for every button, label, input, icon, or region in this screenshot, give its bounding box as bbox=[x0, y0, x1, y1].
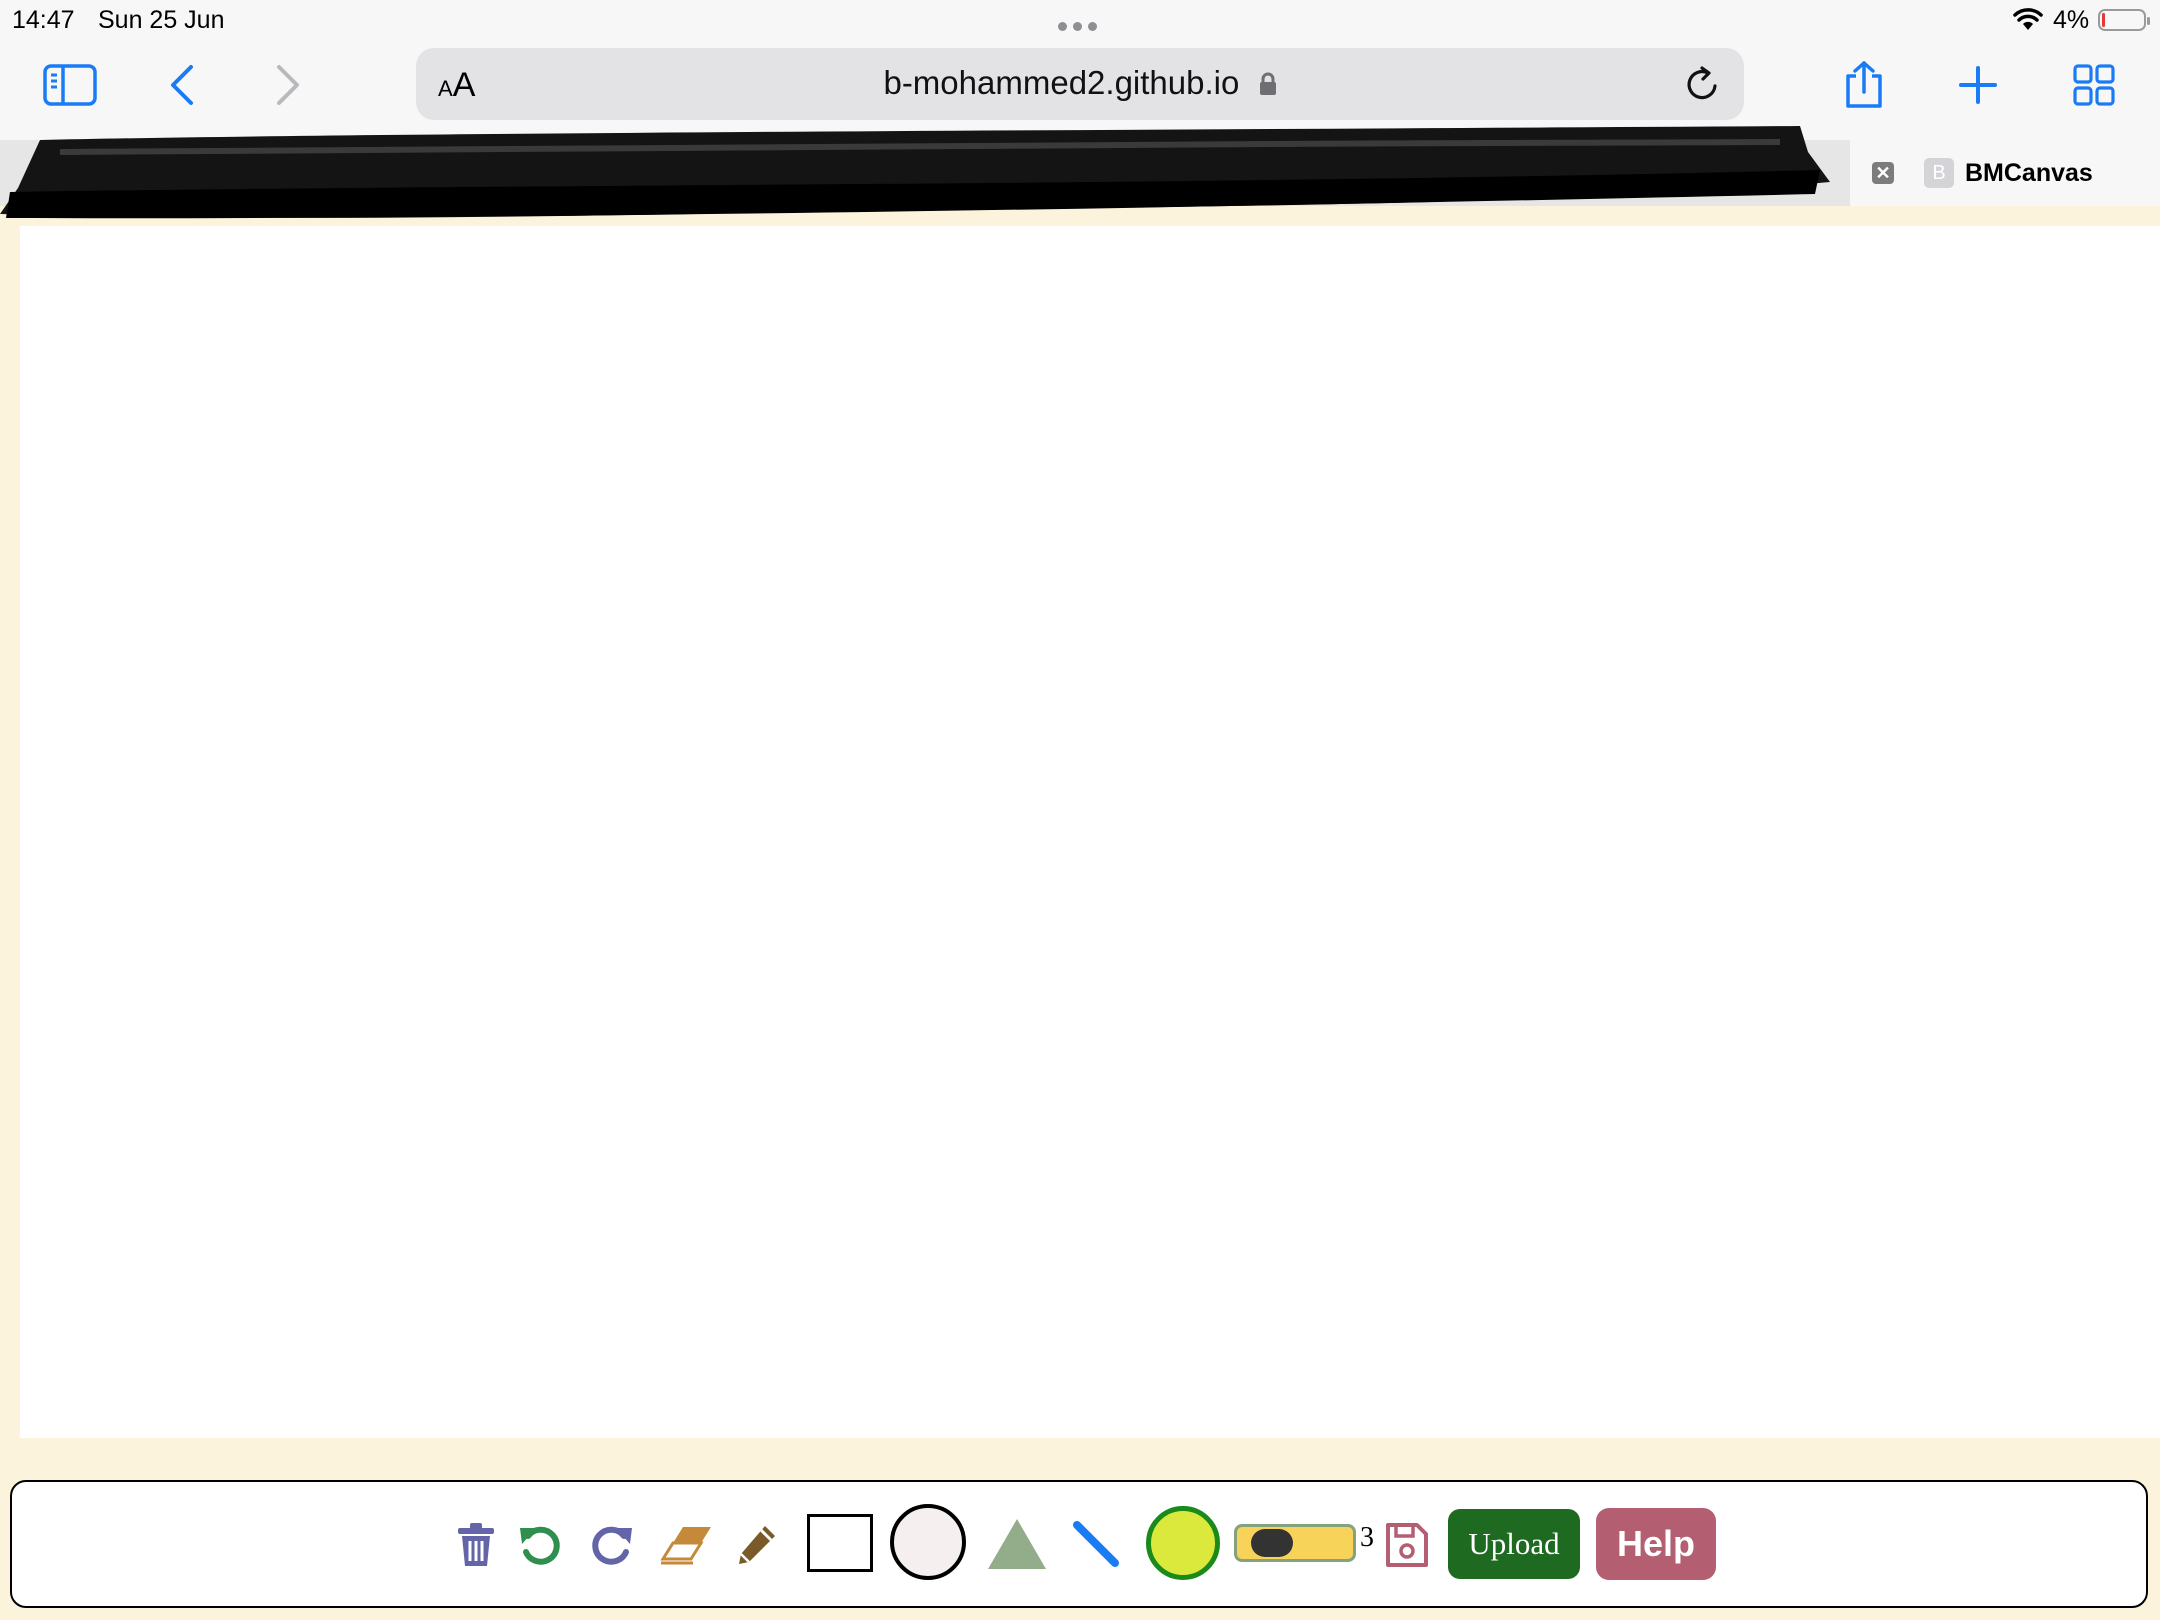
save-icon bbox=[1386, 1523, 1428, 1567]
eraser-button[interactable] bbox=[658, 1522, 714, 1568]
undo-button[interactable] bbox=[516, 1520, 566, 1570]
tab-overview-button[interactable] bbox=[2064, 58, 2124, 112]
battery-percent: 4% bbox=[2053, 6, 2090, 34]
line-icon bbox=[1073, 1521, 1119, 1567]
trash-icon bbox=[458, 1523, 494, 1566]
color-picker[interactable] bbox=[1146, 1506, 1220, 1580]
wifi-icon bbox=[2013, 8, 2043, 30]
new-tab-button[interactable] bbox=[1948, 58, 2008, 112]
size-slider[interactable] bbox=[1234, 1524, 1356, 1562]
status-time: 14:47 bbox=[12, 6, 75, 34]
triangle-icon bbox=[988, 1519, 1046, 1569]
plus-icon bbox=[1959, 66, 1997, 104]
upload-button[interactable]: Upload bbox=[1448, 1509, 1580, 1579]
drawing-canvas[interactable] bbox=[20, 226, 2160, 1438]
redo-button[interactable] bbox=[586, 1520, 636, 1570]
sidebar-button[interactable] bbox=[40, 58, 100, 112]
close-icon[interactable]: ✕ bbox=[1872, 162, 1894, 184]
url-text: b-mohammed2.github.io bbox=[883, 64, 1240, 101]
battery-icon bbox=[2098, 9, 2150, 31]
share-button[interactable] bbox=[1834, 58, 1894, 112]
reload-icon[interactable] bbox=[1684, 64, 1722, 104]
triangle-tool[interactable] bbox=[986, 1516, 1048, 1572]
brush-size-value: 3 bbox=[1360, 1522, 1374, 1553]
share-icon bbox=[1846, 61, 1882, 108]
status-date: Sun 25 Jun bbox=[98, 6, 225, 34]
tab-title: BMCanvas bbox=[1965, 159, 2093, 187]
multitasking-dots[interactable] bbox=[1058, 18, 1103, 36]
address-bar[interactable]: AA b-mohammed2.github.io bbox=[416, 48, 1744, 120]
clear-button[interactable] bbox=[454, 1520, 498, 1570]
status-bar: 14:47 Sun 25 Jun 4% bbox=[0, 0, 2160, 42]
lock-icon bbox=[1259, 72, 1276, 95]
line-tool[interactable] bbox=[1070, 1518, 1122, 1570]
url-field[interactable]: b-mohammed2.github.io bbox=[416, 64, 1744, 102]
eraser-icon bbox=[660, 1527, 711, 1565]
help-button[interactable]: Help bbox=[1596, 1508, 1716, 1580]
pencil-icon bbox=[739, 1526, 775, 1564]
forward-icon bbox=[277, 65, 299, 105]
drawing-toolbar: 3 Upload Help bbox=[10, 1480, 2148, 1608]
redo-icon bbox=[592, 1526, 632, 1565]
redaction-scribble bbox=[0, 126, 1830, 219]
rectangle-tool[interactable] bbox=[807, 1514, 873, 1572]
slider-thumb[interactable] bbox=[1251, 1529, 1293, 1557]
circle-tool[interactable] bbox=[890, 1504, 966, 1580]
pencil-button[interactable] bbox=[734, 1520, 780, 1570]
undo-icon bbox=[520, 1526, 560, 1565]
forward-button[interactable] bbox=[258, 58, 318, 112]
sidebar-icon bbox=[43, 64, 97, 106]
save-button[interactable] bbox=[1384, 1520, 1430, 1570]
tab-favicon: B bbox=[1924, 158, 1954, 188]
back-icon bbox=[171, 65, 193, 105]
tabs-grid-icon bbox=[2073, 64, 2115, 106]
back-button[interactable] bbox=[152, 58, 212, 112]
